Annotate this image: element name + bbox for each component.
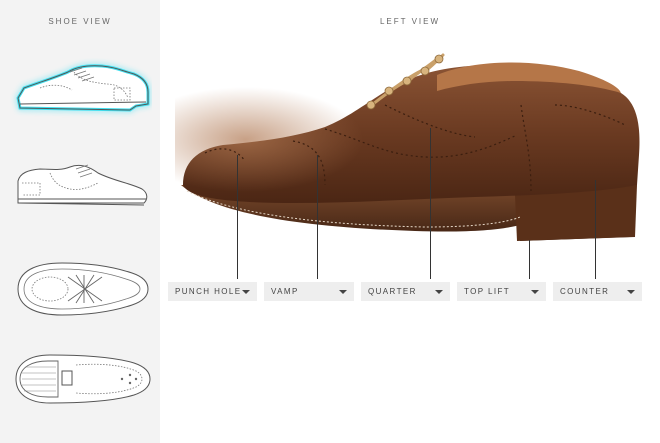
- chevron-down-icon: [339, 290, 347, 294]
- leader-punch-hole: [237, 155, 238, 279]
- part-label: TOP LIFT: [464, 287, 511, 296]
- sidebar-title: SHOE VIEW: [48, 17, 112, 26]
- part-label: VAMP: [271, 287, 299, 296]
- view-thumb-right[interactable]: [10, 153, 152, 221]
- view-thumb-left[interactable]: [10, 58, 152, 126]
- chevron-down-icon: [627, 290, 635, 294]
- part-label: PUNCH HOLE: [175, 287, 242, 296]
- view-title: LEFT VIEW: [379, 17, 441, 26]
- shoe-side-left-icon: [16, 64, 150, 112]
- part-dropdown-quarter[interactable]: QUARTER: [361, 282, 450, 301]
- leader-quarter: [430, 128, 431, 279]
- shoe-view-sidebar: SHOE VIEW: [0, 0, 160, 443]
- chevron-down-icon: [435, 290, 443, 294]
- shoe-side-right-icon: [17, 164, 148, 206]
- shoe-top-icon: [17, 262, 149, 316]
- view-thumb-top[interactable]: [10, 255, 152, 323]
- part-dropdown-top-lift[interactable]: TOP LIFT: [457, 282, 546, 301]
- part-dropdown-vamp[interactable]: VAMP: [264, 282, 354, 301]
- leader-top-lift: [529, 240, 530, 279]
- shoe-photo: [175, 45, 645, 255]
- leader-vamp: [317, 155, 318, 279]
- view-thumb-sole[interactable]: [10, 345, 152, 413]
- chevron-down-icon: [242, 290, 250, 294]
- leader-counter: [595, 180, 596, 279]
- part-dropdown-punch-hole[interactable]: PUNCH HOLE: [168, 282, 257, 301]
- part-dropdown-counter[interactable]: COUNTER: [553, 282, 642, 301]
- chevron-down-icon: [531, 290, 539, 294]
- part-label: QUARTER: [368, 287, 417, 296]
- part-label: COUNTER: [560, 287, 610, 296]
- shoe-sole-icon: [15, 354, 151, 404]
